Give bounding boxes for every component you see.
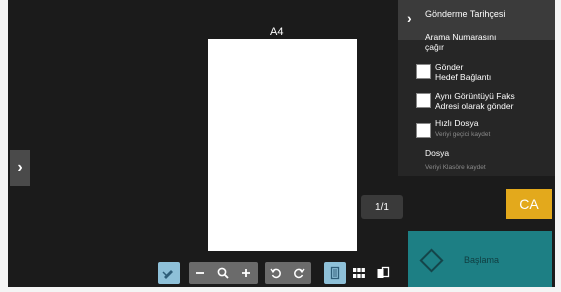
edit-icon <box>162 270 173 279</box>
edit-button[interactable] <box>158 262 180 284</box>
grid-view-icon <box>353 268 365 278</box>
zoom-out-button[interactable] <box>189 262 211 284</box>
fax-preview-screen: › A4 1/1 › Gönderme Tarihçesi Arama Numa… <box>8 0 555 287</box>
magnifier-icon <box>217 267 229 279</box>
chevron-right-icon: › <box>407 10 412 26</box>
send-history-title: Gönderme Tarihçesi <box>425 9 506 19</box>
page-counter[interactable]: 1/1 <box>361 195 403 219</box>
magnifier-button[interactable] <box>212 262 234 284</box>
copy-pages-button[interactable] <box>372 262 394 284</box>
checkbox[interactable] <box>416 93 431 108</box>
rotate-right-icon <box>294 268 305 279</box>
file-option-sub: Veriyi Klasöre kaydet <box>425 164 486 171</box>
zoom-in-icon <box>242 269 250 277</box>
ca-button[interactable]: CA <box>506 189 552 219</box>
page-preview[interactable] <box>208 39 357 251</box>
expand-left-button[interactable]: › <box>10 150 30 186</box>
checkbox[interactable] <box>416 123 431 138</box>
file-option[interactable]: Dosya <box>425 148 449 158</box>
options-panel: › Gönderme Tarihçesi Arama Numarasını ça… <box>398 0 555 176</box>
rotate-left-button[interactable] <box>265 262 287 284</box>
start-label: Başlama <box>464 255 500 265</box>
single-page-view-button[interactable] <box>324 262 346 284</box>
copy-pages-icon <box>377 266 390 278</box>
rotate-right-button[interactable] <box>288 262 310 284</box>
recall-number-button[interactable]: Arama Numarasını çağır <box>425 32 496 52</box>
single-page-icon <box>330 266 340 280</box>
checkbox[interactable] <box>416 64 431 79</box>
zoom-in-button[interactable] <box>235 262 257 284</box>
rotate-left-icon <box>270 268 281 279</box>
zoom-out-icon <box>196 272 204 274</box>
grid-view-button[interactable] <box>348 262 370 284</box>
paper-size-label: A4 <box>270 26 284 38</box>
diamond-start-icon <box>419 248 444 273</box>
start-button[interactable]: Başlama <box>408 231 552 287</box>
chevron-right-icon: › <box>17 159 23 176</box>
